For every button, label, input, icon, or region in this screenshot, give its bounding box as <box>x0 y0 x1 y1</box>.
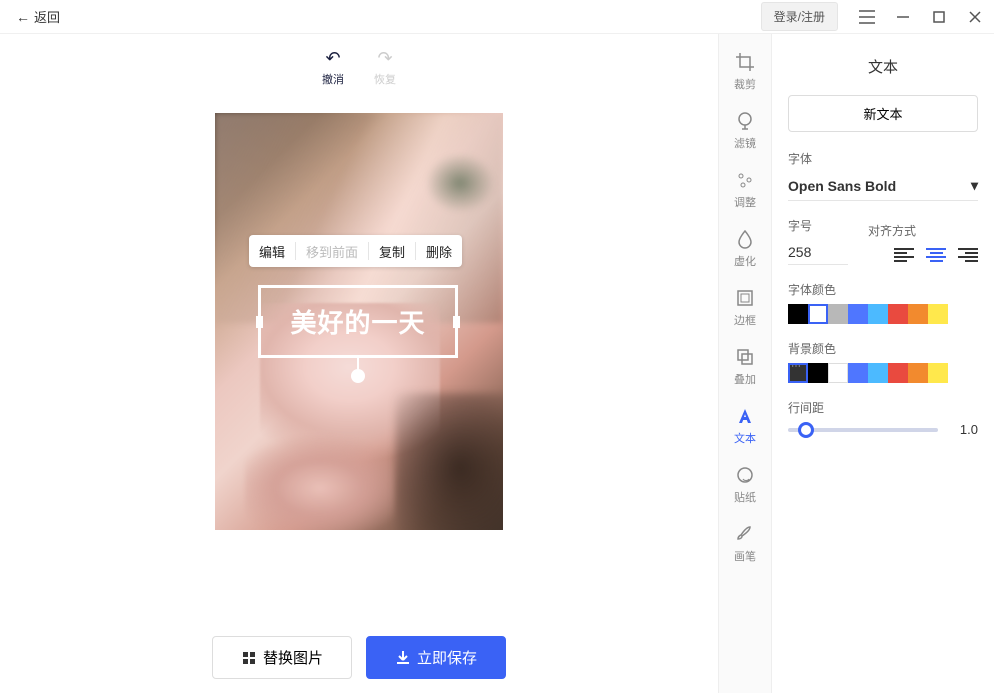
border-icon <box>734 287 756 309</box>
panel-title: 文本 <box>788 56 978 77</box>
bg-color-swatch[interactable] <box>888 363 908 383</box>
rail-sticker[interactable]: 贴纸 <box>719 455 771 514</box>
redo-icon: ↷ <box>377 48 392 69</box>
line-height-value: 1.0 <box>948 422 978 437</box>
line-height-row: 1.0 <box>788 422 978 437</box>
photo-bg <box>395 393 503 530</box>
font-size-input[interactable] <box>788 240 848 265</box>
font-color-swatch[interactable] <box>848 304 868 324</box>
line-height-label: 行间距 <box>788 399 978 416</box>
font-color-swatch[interactable] <box>828 304 848 324</box>
window-controls <box>856 6 986 28</box>
rotate-handle[interactable] <box>351 369 365 383</box>
font-color-swatches <box>788 304 978 324</box>
undo-icon: ↶ <box>325 48 340 69</box>
replace-icon <box>241 650 257 666</box>
bg-color-swatch[interactable] <box>808 363 828 383</box>
slider-thumb[interactable] <box>798 422 814 438</box>
back-arrow-icon: ← <box>16 9 30 25</box>
login-button[interactable]: 登录/注册 <box>761 2 838 31</box>
align-group <box>894 245 978 265</box>
text-panel: 文本 新文本 字体 Open Sans Bold ▾ 字号 对齐方式 字体颜色 <box>772 34 994 693</box>
rail-adjust[interactable]: 调整 <box>719 160 771 219</box>
resize-handle-left[interactable] <box>256 316 263 328</box>
redo-button[interactable]: ↷ 恢复 <box>374 48 396 87</box>
font-value: Open Sans Bold <box>788 178 896 194</box>
font-color-swatch[interactable] <box>808 304 828 324</box>
canvas-wrap: 编辑 移到前面 复制 删除 美好的一天 <box>0 93 718 622</box>
blur-icon <box>734 228 756 250</box>
rail-overlay[interactable]: 叠加 <box>719 337 771 396</box>
maximize-icon[interactable] <box>928 6 950 28</box>
redo-label: 恢复 <box>374 71 396 87</box>
topbar: ← 返回 登录/注册 <box>0 0 994 34</box>
download-icon <box>395 650 411 666</box>
font-color-swatch[interactable] <box>908 304 928 324</box>
undo-redo-group: ↶ 撤消 ↷ 恢复 <box>0 34 718 93</box>
rail-brush[interactable]: 画笔 <box>719 514 771 573</box>
bg-color-swatches <box>788 363 978 383</box>
rail-filter[interactable]: 滤镜 <box>719 101 771 160</box>
photo-bg <box>425 153 495 213</box>
align-center-button[interactable] <box>926 245 946 265</box>
bottom-actions: 替换图片 立即保存 <box>0 622 718 693</box>
undo-button[interactable]: ↶ 撤消 <box>322 48 344 87</box>
resize-handle-right[interactable] <box>453 316 460 328</box>
bg-color-label: 背景颜色 <box>788 340 978 357</box>
replace-label: 替换图片 <box>263 647 323 668</box>
align-label: 对齐方式 <box>868 222 916 239</box>
brush-icon <box>734 523 756 545</box>
photo-canvas[interactable]: 编辑 移到前面 复制 删除 美好的一天 <box>215 113 503 530</box>
canvas-area: ↶ 撤消 ↷ 恢复 编辑 移到前面 复制 <box>0 34 718 693</box>
overlay-icon <box>734 346 756 368</box>
size-label: 字号 <box>788 217 848 234</box>
back-button[interactable]: ← 返回 <box>8 3 68 30</box>
text-icon <box>734 405 756 427</box>
toolbar-delete[interactable]: 删除 <box>416 242 462 261</box>
font-color-label: 字体颜色 <box>788 281 978 298</box>
save-label: 立即保存 <box>417 647 477 668</box>
sticker-icon <box>734 464 756 486</box>
align-left-button[interactable] <box>894 245 914 265</box>
font-color-swatch[interactable] <box>868 304 888 324</box>
undo-label: 撤消 <box>322 71 344 87</box>
back-label: 返回 <box>34 7 60 26</box>
toolbar-bring-front[interactable]: 移到前面 <box>296 242 368 261</box>
font-label: 字体 <box>788 150 978 167</box>
save-button[interactable]: 立即保存 <box>366 636 506 679</box>
rail-blur[interactable]: 虚化 <box>719 219 771 278</box>
bg-color-swatch[interactable] <box>848 363 868 383</box>
align-right-button[interactable] <box>958 245 978 265</box>
adjust-icon <box>734 169 756 191</box>
new-text-button[interactable]: 新文本 <box>788 95 978 132</box>
tool-rail: 裁剪 滤镜 调整 虚化 边框 叠加 文本 贴纸 <box>718 34 772 693</box>
line-height-slider[interactable] <box>788 428 938 432</box>
text-context-toolbar: 编辑 移到前面 复制 删除 <box>249 235 462 267</box>
bg-color-swatch[interactable] <box>908 363 928 383</box>
text-bounding-box[interactable]: 美好的一天 <box>258 285 458 358</box>
crop-icon <box>734 51 756 73</box>
font-color-swatch[interactable] <box>888 304 908 324</box>
font-color-swatch[interactable] <box>788 304 808 324</box>
toolbar-edit[interactable]: 编辑 <box>249 242 295 261</box>
rail-text[interactable]: 文本 <box>719 396 771 455</box>
canvas-text: 美好的一天 <box>290 303 425 340</box>
font-color-swatch[interactable] <box>928 304 948 324</box>
photo-bg <box>245 433 395 530</box>
menu-icon[interactable] <box>856 6 878 28</box>
font-select[interactable]: Open Sans Bold ▾ <box>788 173 978 201</box>
rail-crop[interactable]: 裁剪 <box>719 42 771 101</box>
bg-color-swatch[interactable] <box>928 363 948 383</box>
filter-icon <box>734 110 756 132</box>
close-icon[interactable] <box>964 6 986 28</box>
main: ↶ 撤消 ↷ 恢复 编辑 移到前面 复制 <box>0 34 994 693</box>
replace-image-button[interactable]: 替换图片 <box>212 636 352 679</box>
chevron-down-icon: ▾ <box>971 177 978 194</box>
toolbar-copy[interactable]: 复制 <box>369 242 415 261</box>
bg-color-swatch[interactable] <box>788 363 808 383</box>
rail-border[interactable]: 边框 <box>719 278 771 337</box>
bg-color-swatch[interactable] <box>868 363 888 383</box>
bg-color-swatch[interactable] <box>828 363 848 383</box>
minimize-icon[interactable] <box>892 6 914 28</box>
